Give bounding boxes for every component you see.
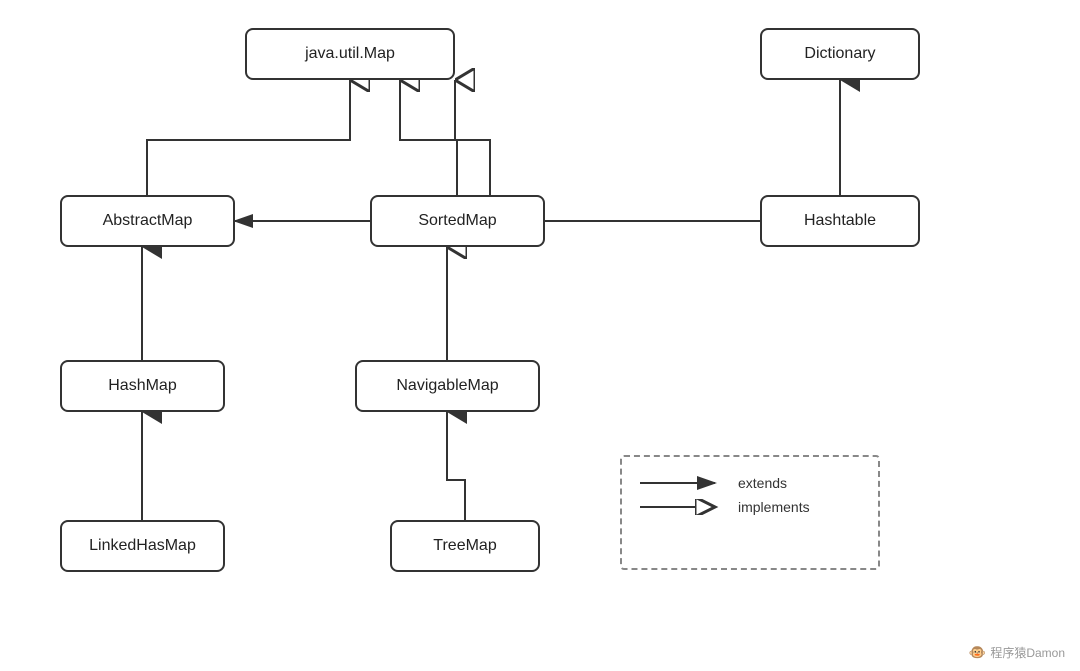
sorted-map-box: SortedMap bbox=[370, 195, 545, 247]
linked-hash-map-label: LinkedHasMap bbox=[89, 537, 196, 555]
implements-label: implements bbox=[738, 499, 810, 515]
hashtable-label: Hashtable bbox=[804, 212, 876, 230]
hash-map-label: HashMap bbox=[108, 377, 176, 395]
dictionary-box: Dictionary bbox=[760, 28, 920, 80]
watermark-icon: 🐵 bbox=[969, 644, 986, 661]
dictionary-label: Dictionary bbox=[804, 45, 875, 63]
tree-map-label: TreeMap bbox=[433, 537, 496, 555]
java-util-map-box: java.util.Map bbox=[245, 28, 455, 80]
navigable-map-box: NavigableMap bbox=[355, 360, 540, 412]
hashtable-box: Hashtable bbox=[760, 195, 920, 247]
sorted-map-label: SortedMap bbox=[418, 212, 496, 230]
linked-hash-map-box: LinkedHasMap bbox=[60, 520, 225, 572]
watermark: 🐵 程序猿Damon bbox=[969, 644, 1065, 661]
hash-map-box: HashMap bbox=[60, 360, 225, 412]
tree-map-box: TreeMap bbox=[390, 520, 540, 572]
extends-legend-row: extends bbox=[640, 475, 860, 491]
java-util-map-label: java.util.Map bbox=[305, 45, 395, 63]
watermark-text: 程序猿Damon bbox=[990, 644, 1065, 661]
abstract-map-label: AbstractMap bbox=[103, 212, 193, 230]
diagram-container: java.util.Map Dictionary AbstractMap Sor… bbox=[0, 0, 1080, 671]
legend-box: extends implements bbox=[620, 455, 880, 570]
abstract-map-box: AbstractMap bbox=[60, 195, 235, 247]
extends-label: extends bbox=[738, 475, 787, 491]
navigable-map-label: NavigableMap bbox=[396, 377, 498, 395]
implements-legend-row: implements bbox=[640, 499, 860, 515]
